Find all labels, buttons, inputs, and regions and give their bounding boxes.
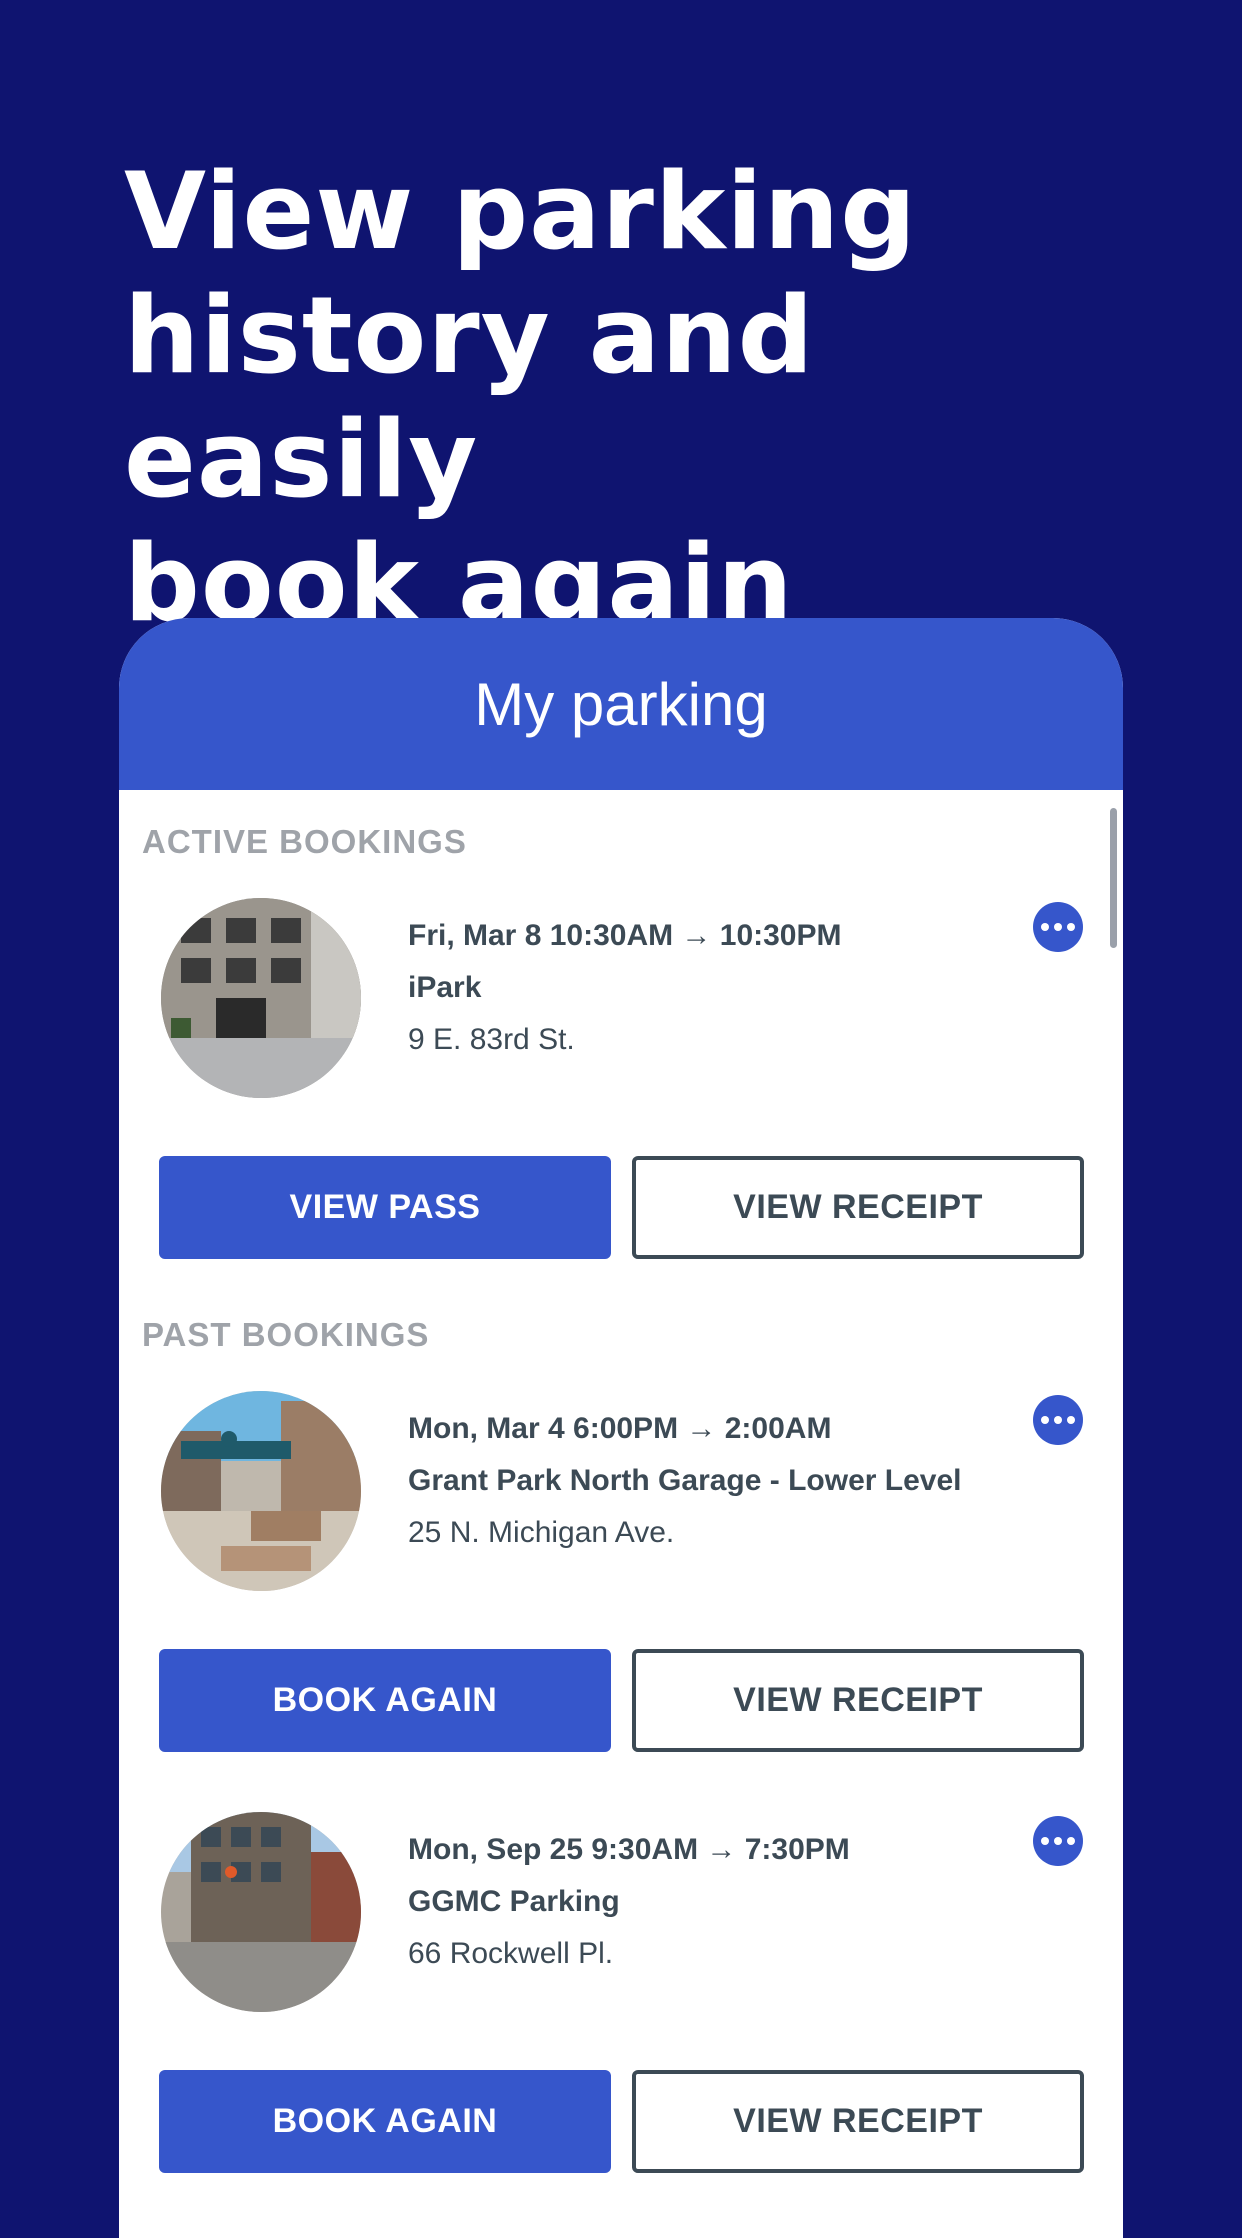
booking-card: Mon, Mar 4 6:00PM → 2:00AM Grant Park No… [119, 1391, 1123, 1811]
booking-datetime: Mon, Sep 25 9:30AM → 7:30PM [408, 1833, 850, 1866]
parking-photo [161, 898, 361, 1098]
parking-photo [161, 1391, 361, 1591]
screen-title: My parking [474, 670, 768, 738]
view-receipt-button[interactable]: VIEW RECEIPT [632, 2070, 1084, 2173]
headline-line-2: history and easily [124, 274, 815, 521]
booking-address: 9 E. 83rd St. [408, 1023, 575, 1056]
section-label-past: PAST BOOKINGS [142, 1316, 430, 1353]
phone-screen: My parking ACTIVE BOOKINGS Fri, Mar 8 10… [119, 618, 1123, 2238]
view-receipt-button[interactable]: VIEW RECEIPT [632, 1649, 1084, 1752]
headline: View parking history and easily book aga… [124, 150, 1164, 646]
more-horizontal-icon [1041, 923, 1049, 931]
more-options-button[interactable] [1033, 902, 1083, 952]
booking-location-name: GGMC Parking [408, 1885, 620, 1918]
booking-card: Mon, Sep 25 9:30AM → 7:30PM GGMC Parking… [119, 1812, 1123, 2232]
booking-info: Mon, Mar 4 6:00PM → 2:00AM Grant Park No… [408, 1403, 962, 1559]
booking-datetime: Fri, Mar 8 10:30AM → 10:30PM [408, 919, 842, 952]
booking-info: Mon, Sep 25 9:30AM → 7:30PM GGMC Parking… [408, 1824, 850, 1980]
booking-location-name: Grant Park North Garage - Lower Level [408, 1464, 962, 1497]
more-horizontal-icon [1041, 1416, 1049, 1424]
section-label-active: ACTIVE BOOKINGS [142, 823, 467, 860]
screen-header: My parking [119, 618, 1123, 790]
book-again-button[interactable]: BOOK AGAIN [159, 1649, 611, 1752]
booking-card: Fri, Mar 8 10:30AM → 10:30PM iPark 9 E. … [119, 898, 1123, 1318]
booking-address: 66 Rockwell Pl. [408, 1937, 614, 1970]
view-pass-button[interactable]: VIEW PASS [159, 1156, 611, 1259]
parking-photo [161, 1812, 361, 2012]
more-horizontal-icon [1041, 1837, 1049, 1845]
view-receipt-button[interactable]: VIEW RECEIPT [632, 1156, 1084, 1259]
booking-address: 25 N. Michigan Ave. [408, 1516, 675, 1549]
more-options-button[interactable] [1033, 1816, 1083, 1866]
booking-info: Fri, Mar 8 10:30AM → 10:30PM iPark 9 E. … [408, 910, 842, 1066]
booking-datetime: Mon, Mar 4 6:00PM → 2:00AM [408, 1412, 832, 1445]
headline-line-1: View parking [124, 150, 918, 273]
book-again-button[interactable]: BOOK AGAIN [159, 2070, 611, 2173]
booking-location-name: iPark [408, 971, 482, 1004]
more-options-button[interactable] [1033, 1395, 1083, 1445]
